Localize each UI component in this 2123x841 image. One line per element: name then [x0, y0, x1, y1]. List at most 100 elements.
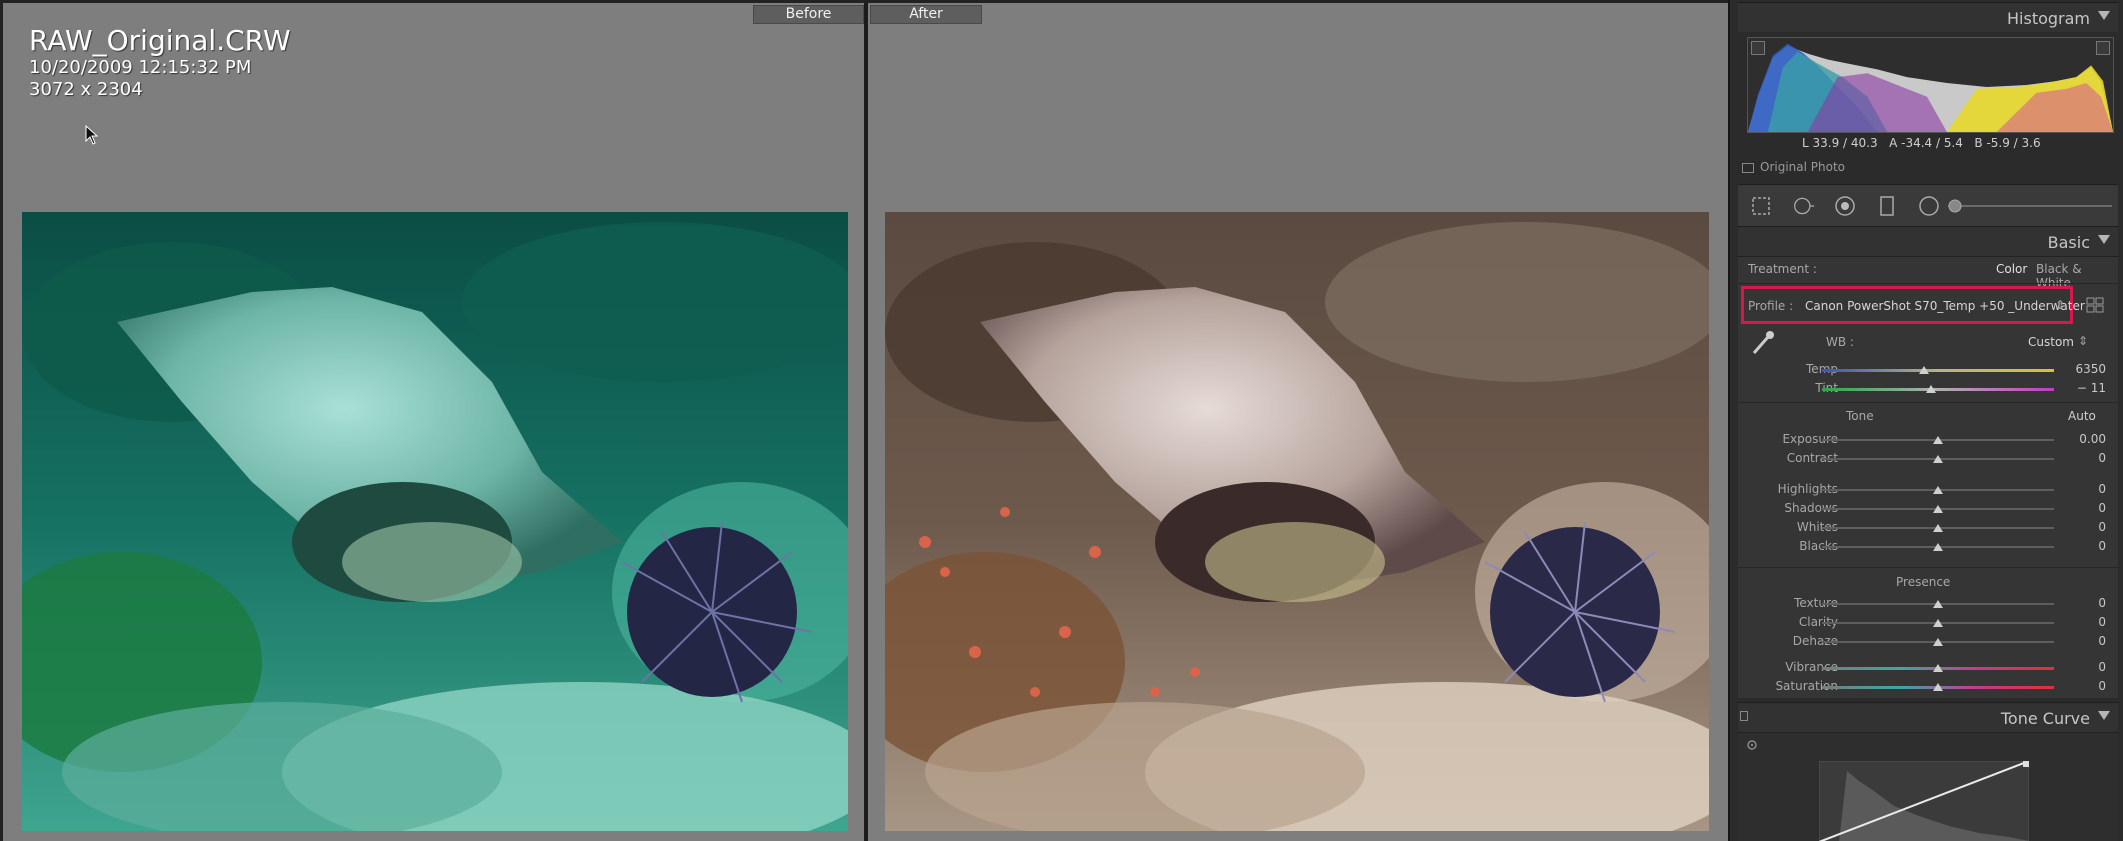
- before-pane: Before RAW_Original.CRW 10/20/2009 12:15…: [0, 3, 864, 841]
- brush-size-track[interactable]: [1948, 205, 2112, 207]
- lab-b-value: -5.9 / 3.6: [1986, 136, 2041, 150]
- tone-curve-header[interactable]: Tone Curve: [1738, 702, 2118, 732]
- slider-thumb[interactable]: [1933, 486, 1943, 494]
- slider-vibrance[interactable]: Vibrance 0: [1738, 659, 2118, 678]
- after-pane: After: [868, 3, 1728, 841]
- slider-value[interactable]: 0: [2066, 660, 2106, 674]
- slider-value[interactable]: 0: [2066, 679, 2106, 693]
- shadow-clipping-toggle[interactable]: [1751, 41, 1765, 55]
- before-photo[interactable]: [22, 212, 848, 831]
- dropdown-arrows-icon: ⇕: [2078, 334, 2089, 348]
- spot-removal-icon[interactable]: [1793, 195, 1815, 217]
- slider-thumb[interactable]: [1933, 619, 1943, 627]
- slider-thumb[interactable]: [1933, 600, 1943, 608]
- slider-thumb[interactable]: [1926, 385, 1937, 393]
- divider: [1738, 283, 2118, 284]
- original-photo-toggle[interactable]: Original Photo: [1742, 160, 1845, 174]
- slider-track[interactable]: [1822, 388, 2054, 391]
- wb-dropdown[interactable]: Custom: [2028, 335, 2074, 349]
- target-adjust-icon[interactable]: [1746, 739, 1758, 751]
- lab-l-value: 33.9 / 40.3: [1812, 136, 1878, 150]
- slider-thumb[interactable]: [1933, 524, 1943, 532]
- profile-browser-icon[interactable]: [2086, 297, 2104, 313]
- histogram-header[interactable]: Histogram: [1738, 2, 2118, 32]
- histogram-title: Histogram: [2007, 9, 2090, 28]
- lab-a-label: A: [1889, 136, 1898, 150]
- slider-thumb[interactable]: [1933, 455, 1943, 463]
- slider-value[interactable]: 0: [2066, 482, 2106, 496]
- slider-shadows[interactable]: Shadows 0: [1738, 500, 2118, 519]
- slider-track[interactable]: [1822, 369, 2054, 372]
- eyedropper-icon[interactable]: [1750, 329, 1776, 357]
- slider-thumb[interactable]: [1933, 543, 1943, 551]
- slider-thumb[interactable]: [1933, 436, 1943, 444]
- lab-a-value: -34.4 / 5.4: [1901, 136, 1963, 150]
- slider-value[interactable]: 0: [2066, 501, 2106, 515]
- slider-thumb[interactable]: [1933, 664, 1943, 672]
- slider-saturation[interactable]: Saturation 0: [1738, 678, 2118, 697]
- tone-curve-graph[interactable]: [1819, 761, 2029, 841]
- image-dimensions: 3072 x 2304: [29, 79, 143, 100]
- tone-label: Tone: [1846, 409, 1874, 423]
- original-photo-checkbox[interactable]: [1742, 162, 1754, 173]
- wb-label: WB :: [1826, 335, 1854, 349]
- slider-thumb[interactable]: [1919, 366, 1930, 374]
- slider-dehaze[interactable]: Dehaze 0: [1738, 633, 2118, 652]
- slider-value[interactable]: 0: [2066, 615, 2106, 629]
- slider-value[interactable]: 0: [2066, 451, 2106, 465]
- after-photo[interactable]: [885, 212, 1709, 831]
- original-photo-label: Original Photo: [1760, 160, 1846, 174]
- panel-collapse-icon[interactable]: [2098, 711, 2110, 720]
- slider-value[interactable]: 0: [2066, 596, 2106, 610]
- slider-thumb[interactable]: [1933, 638, 1943, 646]
- profile-label: Profile :: [1748, 299, 1794, 313]
- divider: [1738, 567, 2118, 568]
- slider-temp[interactable]: Temp6350: [1738, 361, 2118, 380]
- image-info-overlay: RAW_Original.CRW 10/20/2009 12:15:32 PM …: [29, 25, 291, 101]
- divider: [1738, 402, 2118, 403]
- slider-texture[interactable]: Texture 0: [1738, 595, 2118, 614]
- slider-value[interactable]: 0: [2066, 520, 2106, 534]
- treatment-label: Treatment :: [1748, 262, 1817, 276]
- slider-highlights[interactable]: Highlights 0: [1738, 481, 2118, 500]
- before-label: Before: [753, 5, 864, 24]
- slider-thumb[interactable]: [1933, 683, 1943, 691]
- slider-value[interactable]: 0: [2066, 634, 2106, 648]
- profile-dropdown[interactable]: Canon PowerShot S70_Temp +50 _Underwater: [1805, 299, 2085, 313]
- slider-value[interactable]: 0.00: [2066, 432, 2106, 446]
- slider-clarity[interactable]: Clarity 0: [1738, 614, 2118, 633]
- slider-blacks[interactable]: Blacks 0: [1738, 538, 2118, 557]
- slider-thumb[interactable]: [1933, 505, 1943, 513]
- develop-panel: Histogram L 33.9 / 40.3 A -34.4 / 5.4 B …: [1728, 0, 2123, 841]
- red-eye-icon[interactable]: [1834, 195, 1856, 217]
- radial-filter-icon[interactable]: [1918, 195, 1940, 217]
- basic-header[interactable]: Basic: [1738, 226, 2118, 256]
- lab-l-label: L: [1802, 136, 1809, 150]
- crop-tool-icon[interactable]: [1750, 195, 1772, 217]
- compare-view: Before RAW_Original.CRW 10/20/2009 12:15…: [0, 0, 1728, 841]
- slider-tint[interactable]: Tint− 11: [1738, 380, 2118, 399]
- tone-curve-panel: [1738, 732, 2118, 841]
- adjustment-brush-icon[interactable]: [1944, 195, 1966, 217]
- histogram-graph[interactable]: [1747, 37, 2114, 133]
- treatment-color-button[interactable]: Color: [1996, 262, 2027, 276]
- presence-label: Presence: [1896, 575, 1951, 589]
- dropdown-arrows-icon: ⇕: [2055, 298, 2066, 312]
- slider-value[interactable]: 0: [2066, 539, 2106, 553]
- slider-exposure[interactable]: Exposure 0.00: [1738, 431, 2118, 450]
- panel-toggle-icon[interactable]: [1740, 711, 1748, 721]
- slider-value[interactable]: − 11: [2066, 381, 2106, 395]
- slider-contrast[interactable]: Contrast 0: [1738, 450, 2118, 469]
- tone-curve-title: Tone Curve: [2000, 709, 2090, 728]
- slider-value[interactable]: 6350: [2066, 362, 2106, 376]
- slider-whites[interactable]: Whites 0: [1738, 519, 2118, 538]
- capture-date: 10/20/2009 12:15:32 PM: [29, 57, 252, 78]
- basic-title: Basic: [2047, 233, 2090, 252]
- panel-collapse-icon[interactable]: [2098, 11, 2110, 20]
- basic-panel: Treatment : Color Black & White Profile …: [1738, 256, 2118, 698]
- lab-readout: L 33.9 / 40.3 A -34.4 / 5.4 B -5.9 / 3.6: [1802, 136, 2041, 150]
- graduated-filter-icon[interactable]: [1876, 195, 1898, 217]
- highlight-clipping-toggle[interactable]: [2096, 41, 2110, 55]
- tone-auto-button[interactable]: Auto: [2068, 409, 2096, 423]
- panel-collapse-icon[interactable]: [2098, 235, 2110, 244]
